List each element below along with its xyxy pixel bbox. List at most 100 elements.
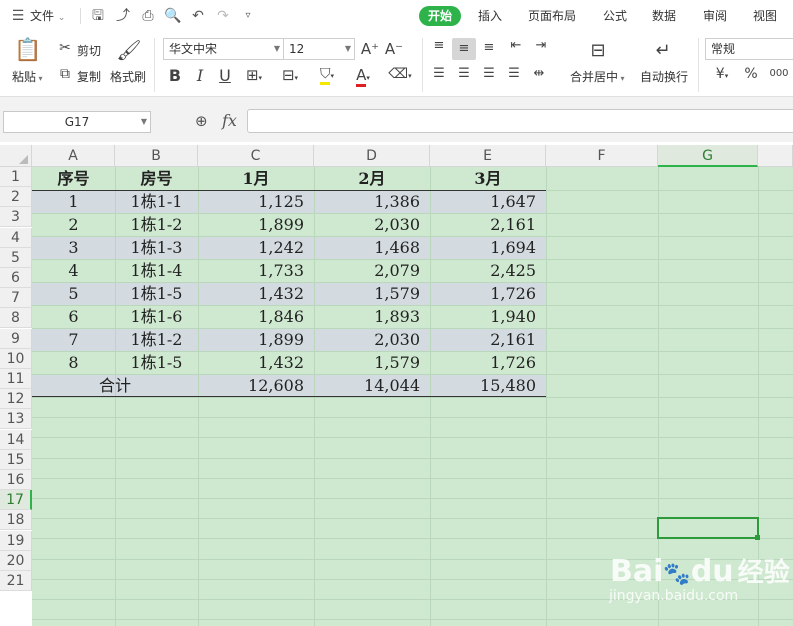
- total-mar-cell[interactable]: 15,480: [430, 374, 546, 397]
- merge-cells-icon[interactable]: ⊟: [585, 40, 611, 61]
- row-header-16[interactable]: 16: [0, 470, 32, 490]
- row-header-11[interactable]: 11: [0, 369, 32, 389]
- bold-icon[interactable]: B: [166, 66, 184, 85]
- data-cell-jan[interactable]: 1,899: [198, 328, 314, 351]
- column-header-a[interactable]: A: [32, 145, 115, 167]
- data-cell-feb[interactable]: 1,579: [314, 351, 430, 374]
- data-cell-seq[interactable]: 7: [32, 328, 115, 351]
- tab-data[interactable]: 数据: [652, 6, 676, 26]
- tab-formulas[interactable]: 公式: [603, 6, 627, 26]
- font-color-icon[interactable]: A▾: [349, 66, 377, 87]
- data-cell-seq[interactable]: 1: [32, 190, 115, 213]
- header-cell-seq[interactable]: 序号: [32, 167, 115, 190]
- scissors-icon[interactable]: ✂: [56, 40, 74, 56]
- data-cell-seq[interactable]: 8: [32, 351, 115, 374]
- header-cell-feb[interactable]: 2月: [314, 167, 430, 190]
- data-cell-seq[interactable]: 3: [32, 236, 115, 259]
- paste-icon[interactable]: 📋: [14, 38, 41, 64]
- column-header-c[interactable]: C: [198, 145, 314, 167]
- column-header-e[interactable]: E: [430, 145, 546, 167]
- column-header-b[interactable]: B: [115, 145, 198, 167]
- row-header-1[interactable]: 1: [0, 167, 32, 187]
- data-cell-room[interactable]: 1栋1-3: [115, 236, 198, 259]
- data-cell-seq[interactable]: 2: [32, 213, 115, 236]
- print-preview-icon[interactable]: 🔍: [163, 6, 183, 26]
- format-painter-icon[interactable]: 🖌: [116, 38, 142, 62]
- format-painter-button[interactable]: 格式刷: [110, 68, 146, 85]
- percent-format-button[interactable]: %: [742, 66, 760, 82]
- data-cell-jan[interactable]: 1,125: [198, 190, 314, 213]
- data-cell-room[interactable]: 1栋1-6: [115, 305, 198, 328]
- data-cell-jan[interactable]: 1,899: [198, 213, 314, 236]
- row-header-13[interactable]: 13: [0, 409, 32, 430]
- total-jan-cell[interactable]: 12,608: [198, 374, 314, 397]
- data-cell-feb[interactable]: 2,079: [314, 259, 430, 282]
- row-header-17[interactable]: 17: [0, 490, 32, 511]
- wrap-text-icon[interactable]: ↵: [650, 40, 676, 61]
- data-cell-feb[interactable]: 1,386: [314, 190, 430, 213]
- column-header-f[interactable]: F: [546, 145, 658, 167]
- currency-format-button[interactable]: ¥▾: [708, 66, 736, 82]
- indent-icon[interactable]: ⇥: [532, 38, 550, 53]
- print-icon[interactable]: ⎙: [138, 6, 158, 26]
- customize-toolbar-icon[interactable]: ▿: [238, 6, 258, 26]
- row-header-3[interactable]: 3: [0, 207, 32, 228]
- data-cell-seq[interactable]: 6: [32, 305, 115, 328]
- column-header-h[interactable]: [758, 145, 793, 167]
- formula-input[interactable]: [247, 109, 793, 133]
- copy-icon[interactable]: ⧉: [56, 66, 74, 82]
- select-all-corner[interactable]: [0, 145, 32, 167]
- data-cell-room[interactable]: 1栋1-5: [115, 351, 198, 374]
- align-bottom-icon[interactable]: ≡: [480, 40, 498, 55]
- tab-page-layout[interactable]: 页面布局: [528, 6, 576, 26]
- header-cell-room[interactable]: 房号: [115, 167, 198, 190]
- row-header-12[interactable]: 12: [0, 389, 32, 410]
- data-cell-mar[interactable]: 2,425: [430, 259, 546, 282]
- data-cell-room[interactable]: 1栋1-5: [115, 282, 198, 305]
- data-cell-jan[interactable]: 1,733: [198, 259, 314, 282]
- tab-review[interactable]: 审阅: [703, 6, 727, 26]
- tab-home[interactable]: 开始: [419, 6, 462, 26]
- copy-button[interactable]: 复制: [77, 68, 101, 85]
- data-cell-mar[interactable]: 1,940: [430, 305, 546, 328]
- data-cell-feb[interactable]: 1,579: [314, 282, 430, 305]
- font-size-select[interactable]: 12 ▼: [283, 38, 355, 60]
- row-header-21[interactable]: 21: [0, 571, 32, 591]
- distribute-icon[interactable]: ⇹: [530, 66, 548, 81]
- row-header-7[interactable]: 7: [0, 288, 32, 309]
- data-cell-mar[interactable]: 1,647: [430, 190, 546, 213]
- data-cell-room[interactable]: 1栋1-2: [115, 213, 198, 236]
- align-top-icon[interactable]: ≡: [430, 38, 448, 53]
- data-cell-seq[interactable]: 5: [32, 282, 115, 305]
- justify-icon[interactable]: ☰: [505, 66, 523, 81]
- data-cell-jan[interactable]: 1,242: [198, 236, 314, 259]
- increase-font-icon[interactable]: A⁺: [360, 40, 380, 58]
- save-icon[interactable]: 🖫: [88, 6, 108, 26]
- data-cell-room[interactable]: 1栋1-2: [115, 328, 198, 351]
- italic-icon[interactable]: I: [191, 66, 209, 85]
- align-left-icon[interactable]: ☰: [430, 66, 448, 81]
- row-header-5[interactable]: 5: [0, 247, 32, 268]
- active-cell-selection[interactable]: [657, 517, 759, 539]
- underline-icon[interactable]: U: [216, 66, 234, 85]
- align-right-icon[interactable]: ☰: [480, 66, 498, 81]
- redo-icon[interactable]: ↷: [213, 6, 233, 26]
- data-cell-mar[interactable]: 2,161: [430, 328, 546, 351]
- data-cell-room[interactable]: 1栋1-4: [115, 259, 198, 282]
- paste-button[interactable]: 粘贴 ▾: [12, 68, 43, 85]
- file-menu[interactable]: 文件 ⌄: [30, 6, 65, 26]
- column-header-g[interactable]: G: [658, 145, 758, 167]
- merge-center-button[interactable]: 合并居中 ▾: [570, 68, 625, 85]
- number-format-select[interactable]: 常规: [705, 38, 793, 60]
- row-header-18[interactable]: 18: [0, 510, 32, 531]
- align-middle-icon[interactable]: ≡: [452, 38, 476, 60]
- row-header-2[interactable]: 2: [0, 187, 32, 208]
- data-cell-mar[interactable]: 1,694: [430, 236, 546, 259]
- tab-insert[interactable]: 插入: [478, 6, 502, 26]
- sheet-area[interactable]: 序号 房号 1月 2月 3月 1 1栋1-1 1,125 1,386 1,647 2 1栋1…: [32, 167, 793, 626]
- font-name-select[interactable]: 华文中宋 ▼: [163, 38, 284, 60]
- data-cell-feb[interactable]: 2,030: [314, 213, 430, 236]
- decrease-font-icon[interactable]: A⁻: [384, 40, 404, 58]
- row-header-19[interactable]: 19: [0, 530, 32, 551]
- row-header-8[interactable]: 8: [0, 308, 32, 329]
